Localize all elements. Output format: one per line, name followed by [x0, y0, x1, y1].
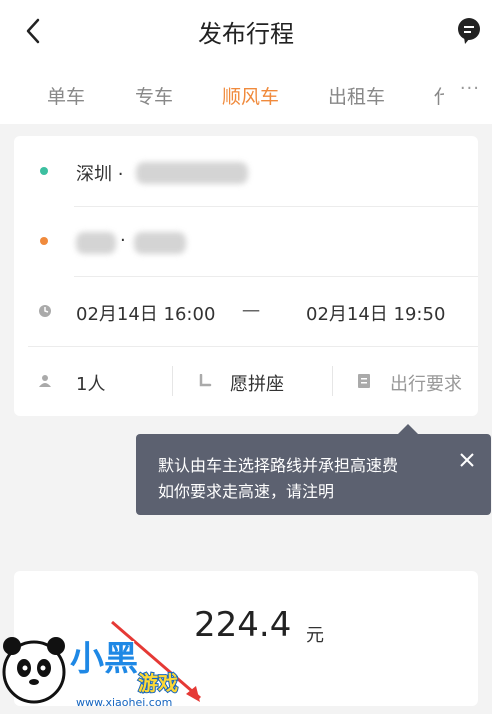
close-icon: [460, 453, 474, 467]
person-icon: [39, 375, 51, 387]
origin-dot-icon: [40, 167, 48, 175]
trip-requirements[interactable]: 出行要求: [390, 370, 462, 396]
svg-text:小黑: 小黑: [70, 639, 138, 679]
svg-text:www.xiaohei.com: www.xiaohei.com: [76, 696, 172, 709]
trip-card: 深圳 · · 02月14日 16:00 一 02月14日 19:50 1人 愿拼…: [14, 136, 478, 416]
arrive-time[interactable]: 02月14日 19:50: [306, 300, 445, 326]
options-row: 1人 愿拼座 出行要求: [14, 346, 478, 416]
price-unit: 元: [306, 625, 324, 646]
seat-icon: [199, 374, 212, 387]
destination-city-redacted: [76, 232, 116, 254]
page-title: 发布行程: [198, 20, 294, 48]
close-tooltip-button[interactable]: [457, 450, 477, 470]
time-separator: 一: [242, 302, 260, 323]
divider: [172, 366, 173, 396]
clock-icon: [39, 305, 51, 317]
tab-hitch[interactable]: 顺风车: [222, 82, 279, 109]
depart-time[interactable]: 02月14日 16:00: [76, 300, 215, 326]
origin-text: 深圳 ·: [76, 164, 124, 185]
origin-redacted: [136, 162, 248, 184]
highway-tooltip: 默认由车主选择路线并承担高速费 如你要求走高速，请注明: [136, 424, 491, 515]
tooltip-line-2: 如你要求走高速，请注明: [158, 482, 335, 501]
tab-designated-driver[interactable]: 代: [434, 82, 444, 109]
time-row[interactable]: 02月14日 16:00 一 02月14日 19:50: [14, 276, 478, 346]
chat-bubble-icon: [458, 18, 480, 44]
message-button[interactable]: [456, 16, 482, 46]
destination-dot-icon: [40, 237, 48, 245]
tooltip-line-1: 默认由车主选择路线并承担高速费: [158, 456, 399, 475]
passenger-count[interactable]: 1人: [76, 370, 105, 396]
panda-logo-icon: 小黑 游戏 www.xiaohei.com: [2, 620, 201, 709]
tab-premier[interactable]: 专车: [135, 82, 173, 109]
svg-text:游戏: 游戏: [138, 671, 178, 695]
to-row[interactable]: ·: [14, 206, 478, 276]
from-row[interactable]: 深圳 ·: [14, 136, 478, 206]
service-tabs: 单车 专车 顺风车 出租车 代 ···: [0, 64, 492, 124]
tab-bike[interactable]: 单车: [47, 82, 85, 109]
destination-text: ·: [120, 230, 126, 251]
divider: [332, 366, 333, 396]
more-tabs-icon[interactable]: ···: [460, 78, 480, 99]
destination-redacted: [134, 232, 186, 254]
tab-taxi[interactable]: 出租车: [328, 82, 385, 109]
header-bar: 发布行程: [0, 0, 492, 64]
note-icon: [358, 374, 370, 388]
carpool-option[interactable]: 愿拼座: [230, 370, 284, 396]
watermark: 小黑 游戏 www.xiaohei.com: [0, 620, 210, 710]
